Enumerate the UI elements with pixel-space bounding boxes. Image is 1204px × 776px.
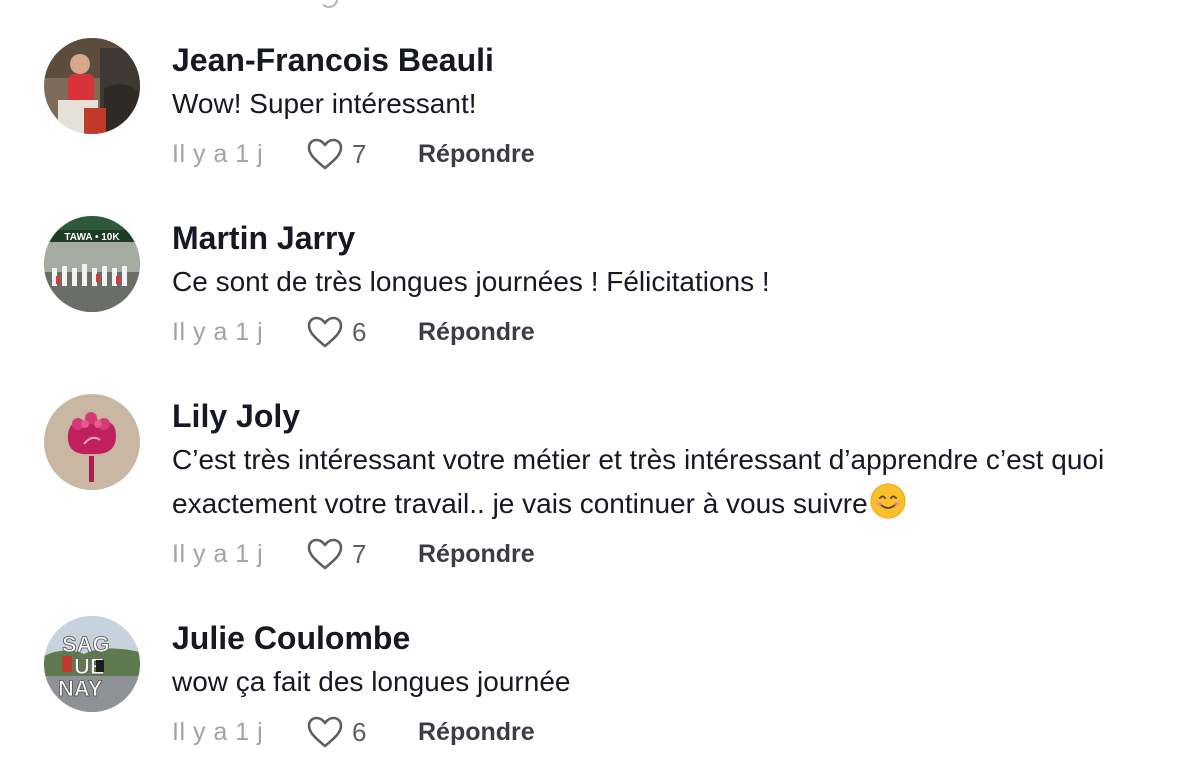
avatar-flower-icon: [44, 394, 140, 490]
like-count: 6: [352, 716, 367, 747]
avatar[interactable]: [44, 38, 140, 134]
heart-icon: [307, 716, 343, 748]
like-button[interactable]: 7: [306, 137, 418, 171]
comment-text: wow ça fait des longues journée: [172, 666, 571, 697]
like-button[interactable]: 6: [306, 315, 418, 349]
comment-text: C’est très intéressant votre métier et t…: [172, 438, 1184, 526]
reply-button[interactable]: Répondre: [418, 718, 535, 747]
comment-username[interactable]: Julie Coulombe: [172, 618, 1184, 658]
avatar-sign-text: NAY: [58, 676, 103, 701]
comment-username[interactable]: Martin Jarry: [172, 218, 1184, 258]
previous-comment-fragment: [320, 0, 338, 8]
heart-icon: [307, 316, 343, 348]
comment-meta: Il y a 1 j 7 Répondre: [172, 534, 1184, 574]
avatar[interactable]: TAWA • 10K: [44, 216, 140, 312]
comment-time: Il y a 1 j: [172, 717, 264, 746]
like-count: 7: [352, 138, 367, 169]
comment-meta: Il y a 1 j 6 Répondre: [172, 312, 1184, 352]
like-button[interactable]: 7: [306, 537, 418, 571]
avatar-photo-icon: [44, 38, 140, 134]
smiling-face-emoji-icon: [870, 483, 906, 519]
comment-meta: Il y a 1 j 6 Répondre: [172, 712, 1184, 752]
heart-icon: [307, 138, 343, 170]
heart-icon: [307, 538, 343, 570]
like-button[interactable]: 6: [306, 715, 418, 749]
reply-button[interactable]: Répondre: [418, 140, 535, 169]
like-count: 6: [352, 316, 367, 347]
avatar[interactable]: SAG UE NAY: [44, 616, 140, 712]
comment-username[interactable]: Jean-Francois Beauli: [172, 40, 1184, 80]
comment-time: Il y a 1 j: [172, 539, 264, 568]
comment-text: Ce sont de très longues journées ! Félic…: [172, 266, 770, 297]
avatar-photo-icon: SAG UE NAY: [44, 616, 140, 712]
reply-button[interactable]: Répondre: [418, 540, 535, 569]
comment-time: Il y a 1 j: [172, 317, 264, 346]
comment-text-body: C’est très intéressant votre métier et t…: [172, 444, 1105, 519]
reply-button[interactable]: Répondre: [418, 318, 535, 347]
avatar-photo-icon: TAWA • 10K: [44, 216, 140, 312]
like-count: 7: [352, 538, 367, 569]
comment-username[interactable]: Lily Joly: [172, 396, 1184, 436]
comment-time: Il y a 1 j: [172, 139, 264, 168]
comment-meta: Il y a 1 j 7 Répondre: [172, 134, 1184, 174]
comment-text: Wow! Super intéressant!: [172, 88, 477, 119]
avatar-sign-text: TAWA • 10K: [64, 232, 120, 243]
avatar[interactable]: [44, 394, 140, 490]
